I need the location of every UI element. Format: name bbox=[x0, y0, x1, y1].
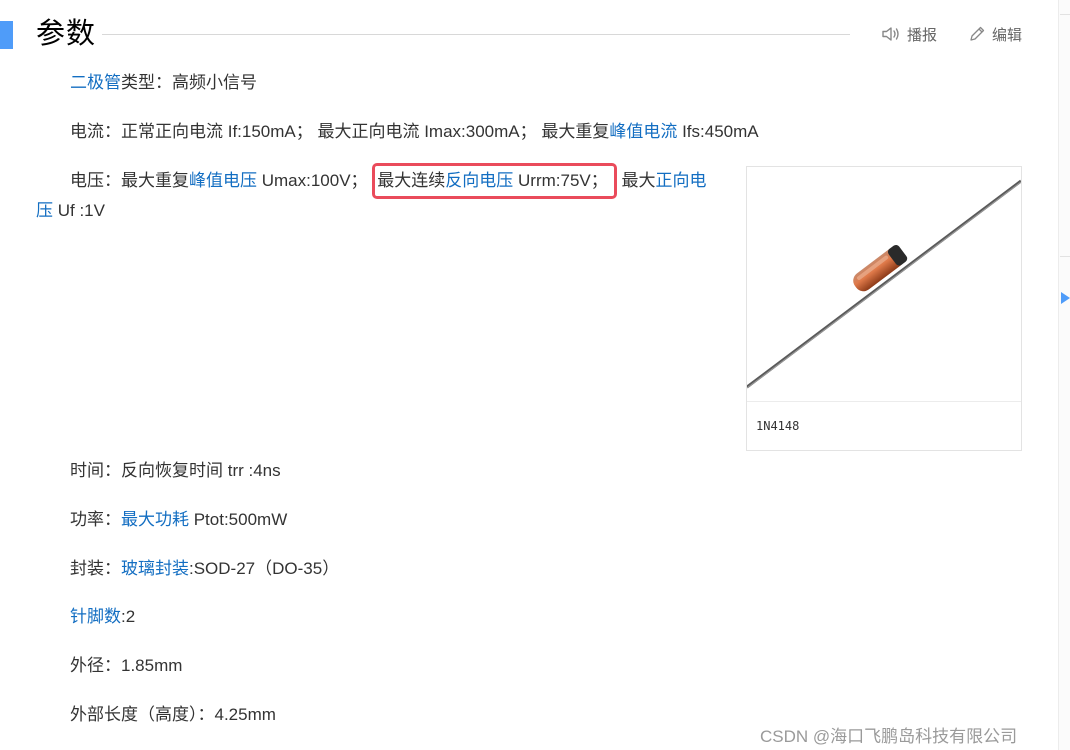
param-time-label: 时间： bbox=[70, 461, 121, 480]
edit-label: 编辑 bbox=[992, 26, 1023, 44]
param-length: 外部长度（高度）：4.25mm bbox=[70, 700, 276, 730]
diode-link[interactable]: 二极管 bbox=[70, 73, 121, 92]
param-current-text-2: Ifs:450mA bbox=[677, 122, 759, 141]
expand-arrow-icon[interactable] bbox=[1061, 292, 1070, 304]
highlight-rest: Urrm:75V； bbox=[513, 171, 608, 190]
param-pins-text: :2 bbox=[121, 607, 136, 626]
param-type: 二极管类型：高频小信号 bbox=[70, 68, 257, 98]
param-current-label: 电流： bbox=[70, 122, 121, 141]
broadcast-label: 播报 bbox=[907, 26, 938, 44]
peak-current-link[interactable]: 峰值电流 bbox=[609, 122, 677, 141]
param-voltage-continued: 压 Uf :1V bbox=[36, 196, 105, 226]
param-current: 电流：正常正向电流 If:150mA； 最大正向电流 Imax:300mA； 最… bbox=[70, 117, 759, 147]
diode-figure[interactable]: 1N4148 bbox=[746, 166, 1022, 451]
param-package: 封装：玻璃封装:SOD-27（DO-35） bbox=[70, 554, 339, 584]
highlight-text: 最大连续 bbox=[377, 171, 446, 190]
param-power: 功率：最大功耗 Ptot:500mW bbox=[70, 505, 287, 535]
pencil-icon bbox=[968, 25, 986, 43]
scroll-segment bbox=[1060, 256, 1070, 257]
section-title: 参数 bbox=[36, 18, 97, 50]
param-time: 时间：反向恢复时间 trr :4ns bbox=[70, 456, 281, 486]
scroll-segment bbox=[1060, 14, 1070, 15]
param-current-text: 正常正向电流 If:150mA； 最大正向电流 Imax:300mA； 最大重复 bbox=[121, 122, 610, 141]
max-power-link[interactable]: 最大功耗 bbox=[121, 510, 189, 529]
param-pins: 针脚数:2 bbox=[70, 602, 135, 632]
param-voltage-text-4: Uf :1V bbox=[53, 201, 105, 220]
param-package-label: 封装： bbox=[70, 559, 121, 578]
glass-package-link[interactable]: 玻璃封装 bbox=[121, 559, 189, 578]
broadcast-button[interactable]: 播报 bbox=[881, 22, 937, 46]
param-package-text: :SOD-27（DO-35） bbox=[189, 559, 340, 578]
diode-image bbox=[747, 179, 1021, 389]
param-voltage-text-3: 最大 bbox=[616, 171, 656, 190]
title-divider bbox=[102, 34, 850, 35]
forward-voltage-link-cont[interactable]: 压 bbox=[36, 201, 53, 220]
param-power-text: Ptot:500mW bbox=[189, 510, 288, 529]
param-time-text: 反向恢复时间 trr :4ns bbox=[121, 461, 281, 480]
param-type-text: 类型：高频小信号 bbox=[121, 73, 257, 92]
param-diameter-text: 1.85mm bbox=[121, 656, 183, 675]
speaker-icon bbox=[881, 25, 901, 43]
param-power-label: 功率： bbox=[70, 510, 121, 529]
figure-caption: 1N4148 bbox=[756, 419, 800, 433]
section-accent-bar bbox=[0, 21, 13, 49]
param-diameter-label: 外径： bbox=[70, 656, 121, 675]
highlight-box: 最大连续反向电压 Urrm:75V； bbox=[372, 163, 617, 199]
reverse-voltage-link[interactable]: 反向电压 bbox=[445, 171, 513, 190]
param-length-label: 外部长度（高度）： bbox=[70, 705, 215, 724]
param-length-text: 4.25mm bbox=[214, 705, 276, 724]
peak-voltage-link[interactable]: 峰值电压 bbox=[189, 171, 257, 190]
edit-button[interactable]: 编辑 bbox=[968, 22, 1022, 46]
pin-count-link[interactable]: 针脚数 bbox=[70, 607, 121, 626]
param-diameter: 外径：1.85mm bbox=[70, 651, 182, 681]
param-voltage-label: 电压： bbox=[70, 171, 121, 190]
param-voltage-text: 最大重复 bbox=[121, 171, 189, 190]
watermark: CSDN @海口飞鹏岛科技有限公司 bbox=[760, 727, 1018, 746]
param-voltage: 电压：最大重复峰值电压 Umax:100V； 最大连续反向电压 Urrm:75V… bbox=[70, 163, 706, 199]
side-scroll-track[interactable] bbox=[1058, 0, 1070, 750]
forward-voltage-link[interactable]: 正向电 bbox=[655, 171, 706, 190]
param-voltage-text-2: Umax:100V； bbox=[257, 171, 368, 190]
figure-divider bbox=[747, 401, 1021, 402]
